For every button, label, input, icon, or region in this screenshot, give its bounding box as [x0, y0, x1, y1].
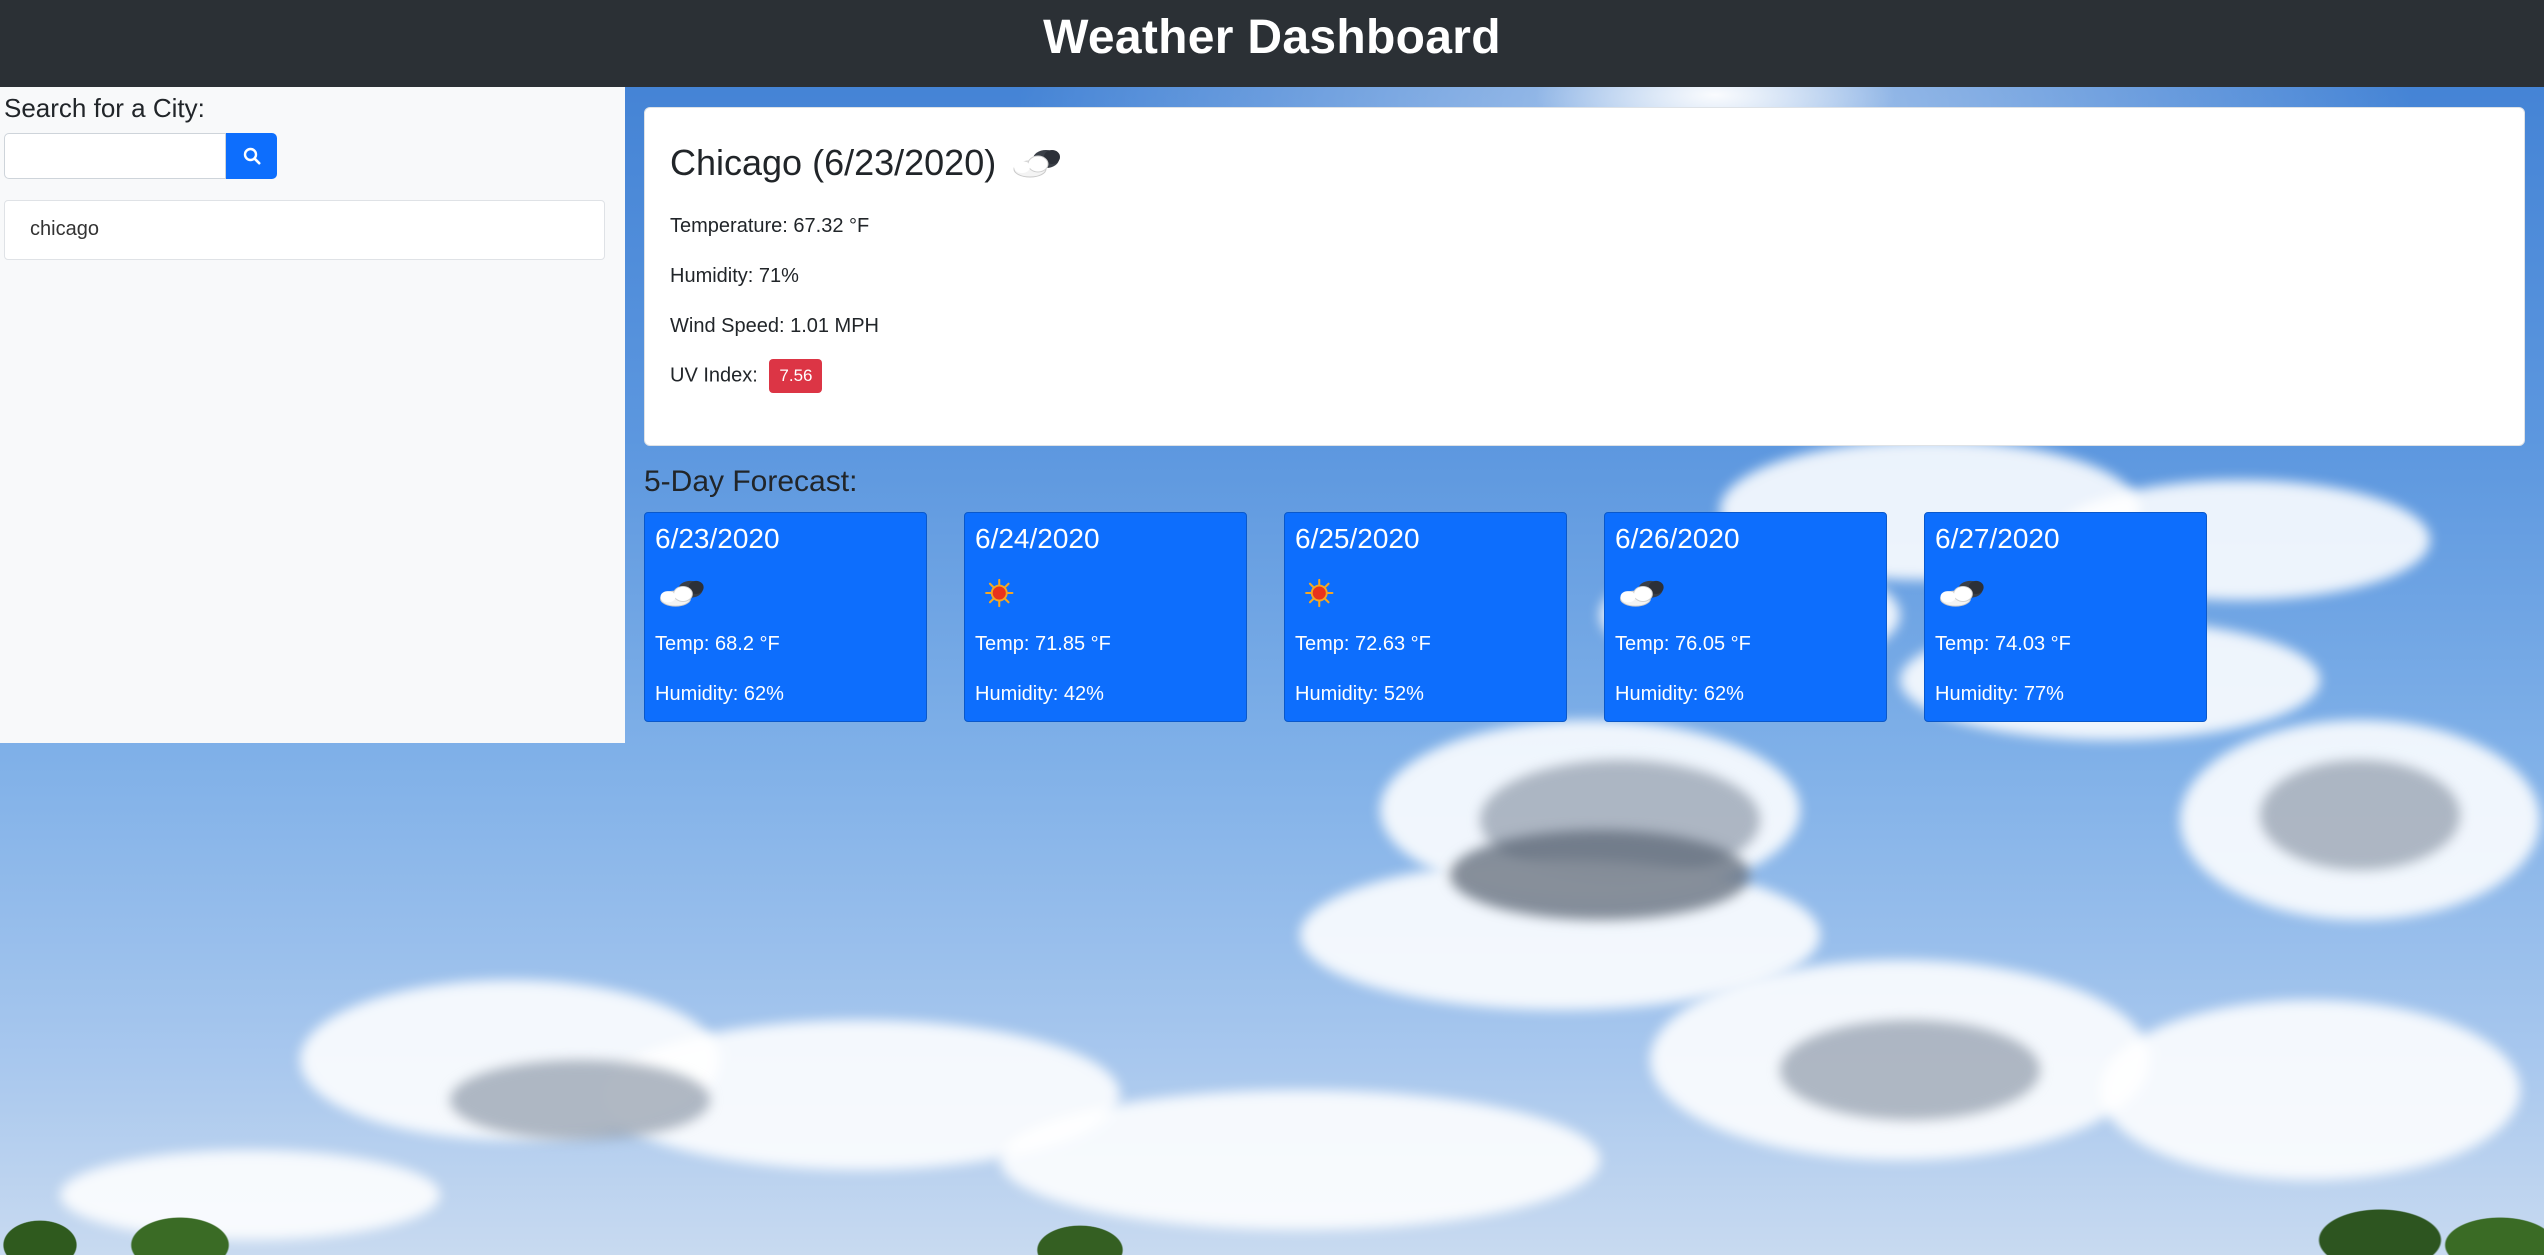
uv-index-label: UV Index: — [670, 364, 758, 387]
forecast-temp: Temp: 76.05 °F — [1615, 633, 1751, 655]
uv-index-badge: 7.56 — [769, 359, 823, 393]
cloudy-night-icon — [660, 580, 704, 607]
forecast-humidity: Humidity: 77% — [1935, 683, 2064, 705]
search-history-list: chicago — [4, 200, 605, 260]
current-temperature: Temperature: 67.32 °F — [670, 215, 870, 237]
forecast-date: 6/26/2020 — [1615, 523, 1740, 554]
current-city-date: Chicago (6/23/2020) — [670, 142, 997, 183]
forecast-temp: Temp: 74.03 °F — [1935, 633, 2071, 655]
forecast-humidity: Humidity: 62% — [1615, 683, 1744, 705]
current-weather-card: Chicago (6/23/2020) Temperature: 67.32 °… — [644, 107, 2525, 446]
forecast-date: 6/25/2020 — [1295, 523, 1420, 554]
forecast-humidity: Humidity: 62% — [655, 683, 784, 705]
page-title: Weather Dashboard — [1043, 11, 1501, 64]
forecast-temp: Temp: 71.85 °F — [975, 633, 1111, 655]
search-icon — [243, 147, 261, 165]
history-item-chicago[interactable]: chicago — [30, 218, 99, 241]
forecast-card: 6/26/2020 Temp: 76.05 °F Humidity: 62% — [1604, 512, 1887, 722]
forecast-card: 6/24/2020 Temp: 71.85 °F Humidity: 42% — [964, 512, 1247, 722]
tree-line — [0, 1185, 2544, 1255]
forecast-humidity: Humidity: 42% — [975, 683, 1104, 705]
current-humidity: Humidity: 71% — [670, 265, 799, 287]
forecast-date: 6/23/2020 — [655, 523, 780, 554]
cloudy-night-icon — [1940, 580, 1984, 607]
forecast-date: 6/27/2020 — [1935, 523, 2060, 554]
city-search-input[interactable] — [4, 133, 226, 179]
sun-icon — [1305, 578, 1334, 608]
search-sidebar: Search for a City: chicago — [0, 87, 625, 743]
search-button[interactable] — [226, 133, 277, 179]
forecast-card: 6/23/2020 Temp: 68.2 °F Humidity: 62% — [644, 512, 927, 722]
forecast-humidity: Humidity: 52% — [1295, 683, 1424, 705]
cloudy-night-icon — [1013, 150, 1061, 178]
forecast-card: 6/27/2020 Temp: 74.03 °F Humidity: 77% — [1924, 512, 2207, 722]
current-wind-speed: Wind Speed: 1.01 MPH — [670, 315, 879, 337]
sun-icon — [985, 578, 1014, 608]
forecast-temp: Temp: 68.2 °F — [655, 633, 780, 655]
forecast-title: 5-Day Forecast: — [644, 465, 858, 498]
forecast-card: 6/25/2020 Temp: 72.63 °F Humidity: 52% — [1284, 512, 1567, 722]
current-uv-index: UV Index: 7.56 — [670, 359, 823, 393]
page-header: Weather Dashboard — [0, 0, 2544, 87]
forecast-temp: Temp: 72.63 °F — [1295, 633, 1431, 655]
forecast-date: 6/24/2020 — [975, 523, 1100, 554]
current-weather-heading: Chicago (6/23/2020) — [670, 142, 1070, 184]
cloudy-night-icon — [1620, 580, 1664, 607]
search-label: Search for a City: — [4, 93, 205, 123]
